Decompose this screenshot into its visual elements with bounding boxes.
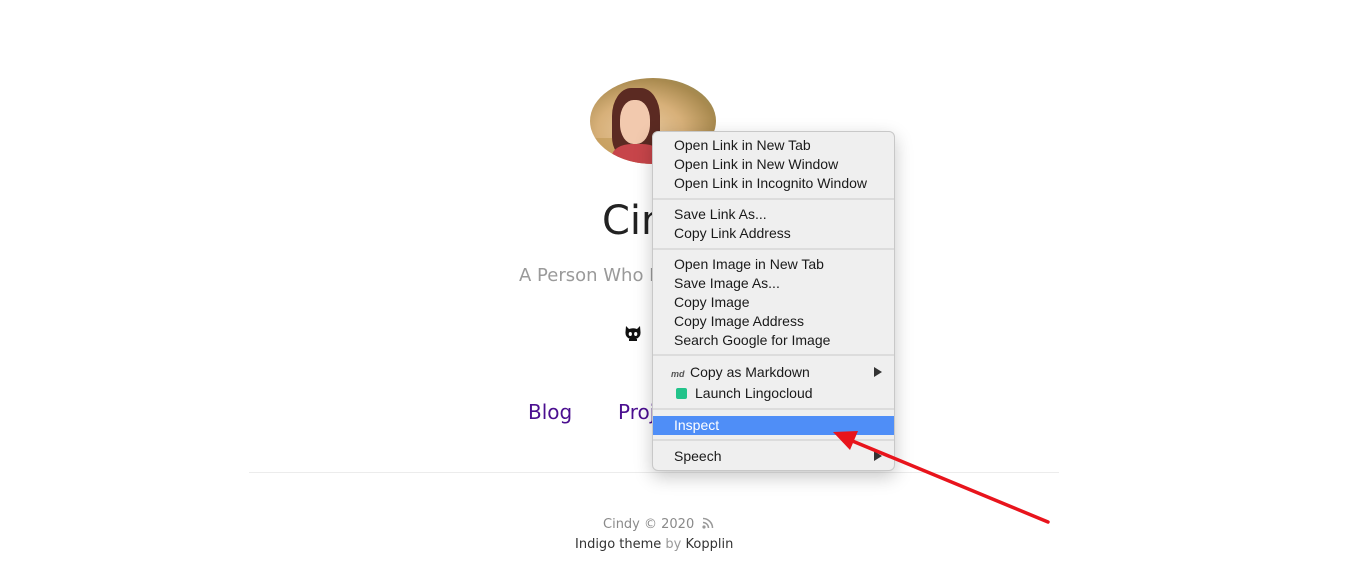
menu-item-open-link-new-tab[interactable]: Open Link in New Tab <box>653 136 894 155</box>
markdown-icon: md <box>671 369 685 379</box>
nav-link-blog[interactable]: Blog <box>528 400 572 424</box>
menu-item-open-link-incognito[interactable]: Open Link in Incognito Window <box>653 174 894 193</box>
menu-item-inspect[interactable]: Inspect <box>653 416 894 435</box>
theme-link[interactable]: Indigo theme <box>575 537 661 552</box>
footer-credits: Indigo theme by Kopplin <box>575 537 733 552</box>
footer-divider <box>249 472 1059 473</box>
menu-item-copy-link-address[interactable]: Copy Link Address <box>653 224 894 243</box>
menu-item-copy-image-address[interactable]: Copy Image Address <box>653 312 894 331</box>
menu-item-launch-lingocloud[interactable]: Launch Lingocloud <box>653 384 894 403</box>
site-description: A Person Who L <box>519 265 660 286</box>
menu-separator <box>653 408 894 410</box>
submenu-arrow-icon <box>874 367 882 377</box>
menu-item-open-link-new-window[interactable]: Open Link in New Window <box>653 155 894 174</box>
menu-item-speech[interactable]: Speech <box>653 447 894 466</box>
menu-item-save-image-as[interactable]: Save Image As... <box>653 274 894 293</box>
menu-separator <box>653 439 894 441</box>
menu-separator <box>653 248 894 250</box>
menu-item-label: Copy as Markdown <box>690 364 810 380</box>
submenu-arrow-icon <box>874 451 882 461</box>
copyright-text: Cindy © 2020 <box>603 517 695 532</box>
menu-item-search-google-image[interactable]: Search Google for Image <box>653 331 894 350</box>
avatar-face <box>620 100 650 144</box>
context-menu: Open Link in New Tab Open Link in New Wi… <box>652 131 895 471</box>
menu-item-label: Launch Lingocloud <box>695 385 813 401</box>
page: Cindy A Person Who L Blog Proj Cindy © 2… <box>0 0 1358 582</box>
menu-separator <box>653 354 894 356</box>
github-icon[interactable] <box>624 325 642 342</box>
nav-link-projects[interactable]: Proj <box>618 400 655 424</box>
lingocloud-icon <box>676 388 687 399</box>
rss-icon[interactable] <box>702 517 714 529</box>
footer-by: by <box>665 537 682 552</box>
menu-item-copy-as-markdown[interactable]: md Copy as Markdown <box>653 363 894 382</box>
menu-item-save-link-as[interactable]: Save Link As... <box>653 205 894 224</box>
footer-copyright: Cindy © 2020 <box>603 517 714 532</box>
author-link[interactable]: Kopplin <box>686 537 734 552</box>
menu-item-open-image-new-tab[interactable]: Open Image in New Tab <box>653 255 894 274</box>
menu-item-copy-image[interactable]: Copy Image <box>653 293 894 312</box>
menu-item-label: Speech <box>674 448 722 464</box>
menu-separator <box>653 198 894 200</box>
